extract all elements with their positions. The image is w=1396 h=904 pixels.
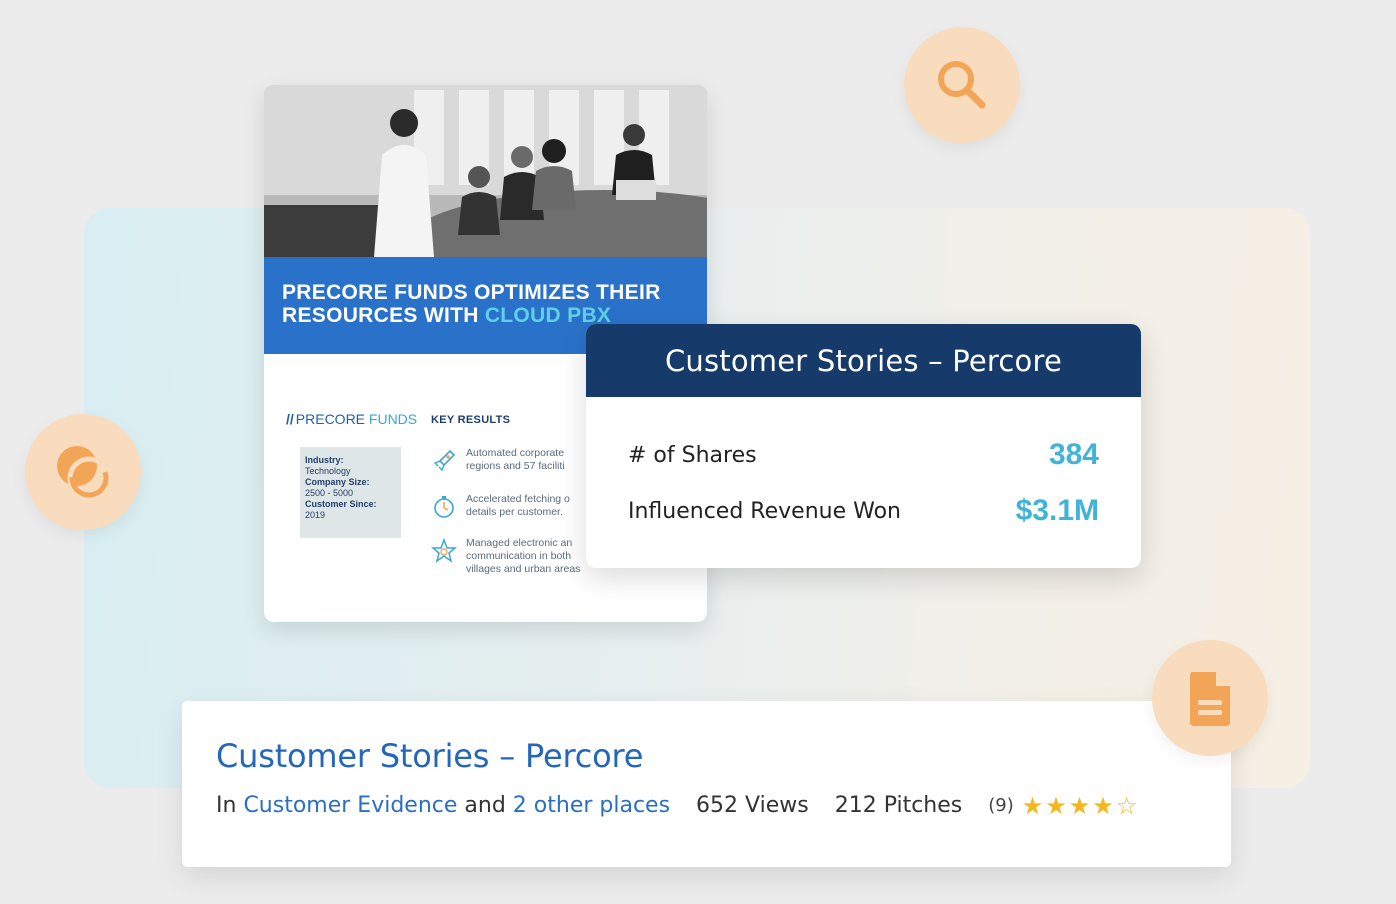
overlap-circles-icon [57, 446, 111, 500]
pitches-count: 212 Pitches [834, 793, 963, 818]
stat-value: $3.1M [1015, 494, 1099, 527]
views-count: 652 Views [696, 793, 809, 818]
key-results-heading: KEY RESULTS [431, 414, 511, 426]
star-empty-icon[interactable]: ☆ [1116, 794, 1138, 818]
document-icon [1190, 672, 1230, 726]
rocket-icon [433, 449, 456, 472]
stopwatch-icon [434, 496, 454, 518]
stats-card[interactable]: Customer Stories – Percore # of Shares 3… [586, 324, 1141, 568]
document-badge[interactable] [1152, 640, 1268, 756]
other-places-link[interactable]: 2 other places [513, 793, 670, 818]
search-icon [938, 61, 986, 109]
stat-label: # of Shares [628, 442, 757, 468]
listing-title[interactable]: Customer Stories – Percore [216, 737, 643, 775]
search-badge[interactable] [904, 27, 1020, 143]
stat-row-revenue: Influenced Revenue Won $3.1M [628, 494, 1099, 528]
star-filled-icon[interactable]: ★ [1045, 794, 1067, 818]
stat-label: Influenced Revenue Won [628, 498, 901, 524]
location-link[interactable]: Customer Evidence [243, 793, 457, 818]
and-text: and [464, 793, 506, 818]
banner-line-1: PRECORE FUNDS OPTIMIZES THEIR [282, 281, 661, 304]
stats-card-title: Customer Stories – Percore [586, 324, 1141, 397]
star-filled-icon[interactable]: ★ [1092, 794, 1114, 818]
company-info-box: Industry: Technology Company Size: 2500 - … [300, 447, 401, 538]
precore-logo: //PRECORE FUNDS [286, 411, 418, 427]
content-listing-card[interactable]: Customer Stories – Percore In Customer E… [182, 701, 1231, 867]
star-filled-icon[interactable]: ★ [1069, 794, 1091, 818]
star-rating[interactable]: ★ ★ ★ ★ ☆ [1022, 794, 1138, 818]
star-filled-icon[interactable]: ★ [1022, 794, 1044, 818]
rating-count: (9) [988, 795, 1014, 816]
listing-meta: In Customer Evidence and 2 other places … [216, 793, 1137, 818]
stat-row-shares: # of Shares 384 [628, 438, 1099, 472]
in-prefix: In [216, 793, 237, 818]
overlap-badge[interactable] [25, 414, 141, 530]
stat-value: 384 [1048, 438, 1099, 471]
star-badge-icon [430, 537, 458, 563]
meeting-photo [264, 85, 707, 257]
